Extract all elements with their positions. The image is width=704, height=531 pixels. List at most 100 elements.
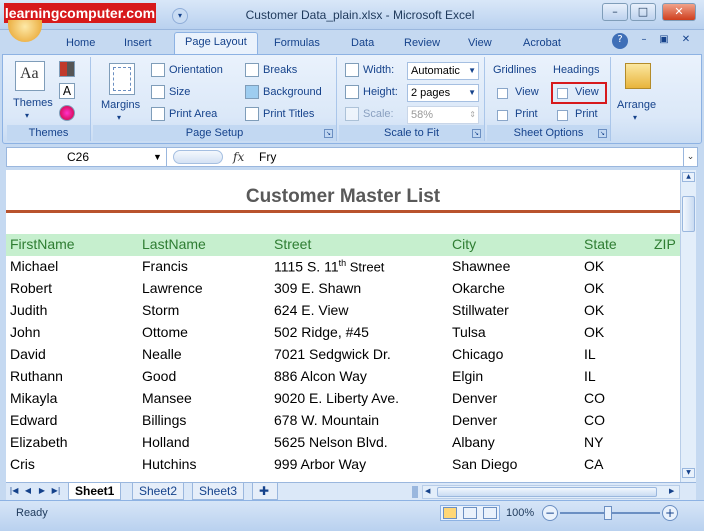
vertical-scroll-thumb[interactable] (682, 196, 695, 232)
cell-city-9[interactable]: Albany (452, 434, 495, 450)
header-street[interactable]: Street (274, 236, 311, 252)
fonts-icon[interactable]: A (59, 83, 75, 99)
print-titles-button[interactable]: Print Titles (263, 108, 314, 120)
cell-firstname-3[interactable]: Judith (10, 302, 47, 318)
cell-city-6[interactable]: Elgin (452, 368, 483, 384)
minimize-button[interactable]: – (602, 3, 628, 21)
insert-sheet-icon[interactable]: ✚ (252, 483, 278, 500)
cell-street-6[interactable]: 886 Alcon Way (274, 368, 367, 384)
headings-print-checkbox[interactable] (557, 110, 568, 121)
cell-city-4[interactable]: Tulsa (452, 324, 486, 340)
horizontal-scroll-thumb[interactable] (437, 487, 657, 497)
cell-state-1[interactable]: OK (584, 258, 604, 274)
print-area-icon[interactable] (151, 107, 165, 121)
cell-firstname-5[interactable]: David (10, 346, 46, 362)
cell-lastname-9[interactable]: Holland (142, 434, 189, 450)
insert-function-icon[interactable]: fx (233, 148, 253, 166)
cell-state-5[interactable]: IL (584, 346, 596, 362)
scroll-right-icon[interactable]: ▶ (669, 487, 674, 495)
themes-button-label[interactable]: Themes (13, 97, 53, 109)
cell-state-10[interactable]: CA (584, 456, 603, 472)
cell-state-9[interactable]: NY (584, 434, 603, 450)
margins-dropdown-icon[interactable]: ▾ (117, 113, 121, 122)
width-select[interactable]: Automatic ▼ (407, 62, 479, 80)
zoom-in-icon[interactable]: + (662, 505, 678, 521)
sheet-tab-sheet3[interactable]: Sheet3 (192, 483, 245, 500)
header-zip[interactable]: ZIP (654, 236, 676, 252)
cell-state-4[interactable]: OK (584, 324, 604, 340)
tab-view[interactable]: View (466, 34, 494, 54)
cell-street-5[interactable]: 7021 Sedgwick Dr. (274, 346, 391, 362)
cell-street-3[interactable]: 624 E. View (274, 302, 348, 318)
cell-street-4[interactable]: 502 Ridge, #45 (274, 324, 369, 340)
cell-street-9[interactable]: 5625 Nelson Blvd. (274, 434, 388, 450)
cell-state-2[interactable]: OK (584, 280, 604, 296)
cell-firstname-1[interactable]: Michael (10, 258, 58, 274)
cell-city-1[interactable]: Shawnee (452, 258, 510, 274)
zoom-out-icon[interactable]: − (542, 505, 558, 521)
tab-acrobat[interactable]: Acrobat (521, 34, 563, 54)
background-icon[interactable] (245, 85, 259, 99)
breaks-button[interactable]: Breaks (263, 64, 297, 76)
expand-formula-bar-icon[interactable]: ⌄ (683, 148, 697, 166)
size-icon[interactable] (151, 85, 165, 99)
tab-review[interactable]: Review (402, 34, 442, 54)
tab-formulas[interactable]: Formulas (272, 34, 322, 54)
scale-spinner-icon[interactable]: ⇕ (469, 107, 476, 123)
cell-city-8[interactable]: Denver (452, 412, 497, 428)
breaks-icon[interactable] (245, 63, 259, 77)
arrange-dropdown-icon[interactable]: ▾ (633, 113, 637, 122)
header-lastname[interactable]: LastName (142, 236, 206, 252)
sheet-tab-sheet1[interactable]: Sheet1 (68, 483, 122, 500)
cell-firstname-2[interactable]: Robert (10, 280, 52, 296)
margins-icon[interactable] (109, 63, 135, 95)
zoom-slider-thumb[interactable] (604, 506, 612, 520)
name-box-dropdown-icon[interactable]: ▼ (153, 148, 162, 166)
print-titles-icon[interactable] (245, 107, 259, 121)
width-dropdown-icon[interactable]: ▼ (468, 63, 476, 79)
size-button[interactable]: Size (169, 86, 190, 98)
cell-city-5[interactable]: Chicago (452, 346, 503, 362)
cell-lastname-6[interactable]: Good (142, 368, 176, 384)
scale-spinner[interactable]: 58% ⇕ (407, 106, 479, 124)
cell-city-7[interactable]: Denver (452, 390, 497, 406)
zoom-level[interactable]: 100% (506, 507, 534, 519)
orientation-icon[interactable] (151, 63, 165, 77)
vertical-scrollbar[interactable]: ▲ ▼ (680, 170, 696, 482)
page-setup-launcher-icon[interactable]: ↘ (324, 129, 333, 138)
cell-lastname-10[interactable]: Hutchins (142, 456, 196, 472)
sheet-options-launcher-icon[interactable]: ↘ (598, 129, 607, 138)
worksheet[interactable]: Customer Master List FirstName LastName St… (6, 170, 680, 482)
header-firstname[interactable]: FirstName (10, 236, 75, 252)
colors-icon[interactable] (59, 61, 75, 77)
quick-access-dropdown-icon[interactable]: ▾ (172, 8, 188, 24)
background-button[interactable]: Background (263, 86, 322, 98)
tab-page-layout[interactable]: Page Layout (174, 32, 258, 56)
last-sheet-icon[interactable]: ▶| (50, 485, 62, 497)
cell-state-7[interactable]: CO (584, 390, 605, 406)
cell-lastname-8[interactable]: Billings (142, 412, 186, 428)
tab-data[interactable]: Data (349, 34, 376, 54)
cell-city-3[interactable]: Stillwater (452, 302, 509, 318)
help-icon[interactable]: ? (612, 33, 628, 49)
header-city[interactable]: City (452, 236, 476, 252)
cell-lastname-7[interactable]: Mansee (142, 390, 192, 406)
scroll-up-icon[interactable]: ▲ (682, 172, 695, 182)
cell-city-10[interactable]: San Diego (452, 456, 517, 472)
gridlines-print-checkbox[interactable] (497, 110, 508, 121)
cell-street-1[interactable]: 1115 S. 11th Street (274, 258, 384, 275)
cell-firstname-6[interactable]: Ruthann (10, 368, 63, 384)
workbook-restore-icon[interactable]: ▣ (656, 33, 672, 49)
cell-lastname-4[interactable]: Ottome (142, 324, 188, 340)
print-area-button[interactable]: Print Area (169, 108, 217, 120)
prev-sheet-icon[interactable]: ◀ (22, 485, 34, 497)
first-sheet-icon[interactable]: |◀ (8, 485, 20, 497)
cell-lastname-2[interactable]: Lawrence (142, 280, 203, 296)
sheet-tab-sheet2[interactable]: Sheet2 (132, 483, 185, 500)
cell-lastname-3[interactable]: Storm (142, 302, 179, 318)
orientation-button[interactable]: Orientation (169, 64, 223, 76)
cell-lastname-5[interactable]: Nealle (142, 346, 182, 362)
cell-street-8[interactable]: 678 W. Mountain (274, 412, 379, 428)
themes-dropdown-icon[interactable]: ▾ (25, 111, 29, 120)
maximize-button[interactable]: □ (630, 3, 656, 21)
